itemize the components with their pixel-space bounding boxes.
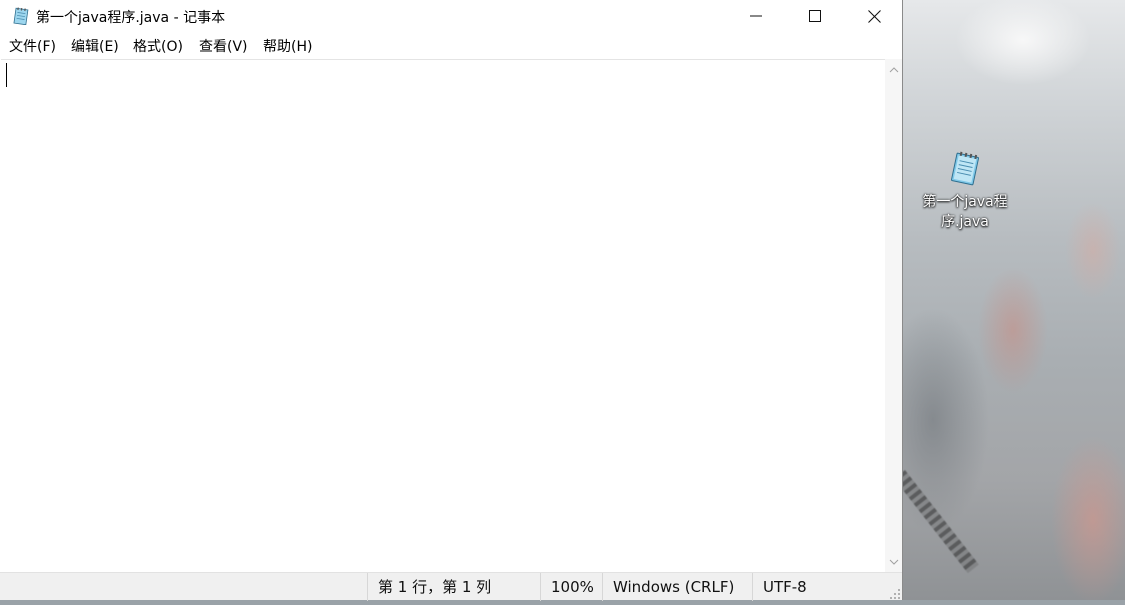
chevron-down-icon <box>889 559 898 565</box>
desktop-file-label: 第一个java程序.java <box>922 194 1008 230</box>
resize-grip-icon[interactable] <box>888 586 902 600</box>
status-line-ending: Windows (CRLF) <box>602 573 752 601</box>
text-editor-area[interactable] <box>1 59 885 573</box>
menu-edit[interactable]: 编辑(E) <box>71 36 119 58</box>
title-bar[interactable]: 第一个java程序.java - 记事本 <box>0 0 902 32</box>
status-encoding: UTF-8 <box>752 573 888 601</box>
close-button[interactable] <box>845 0 903 32</box>
menu-view[interactable]: 查看(V) <box>199 36 248 58</box>
notepad-icon <box>12 7 30 26</box>
window-title: 第一个java程序.java - 记事本 <box>36 10 226 26</box>
notepad-window: 第一个java程序.java - 记事本 文件(F) 编辑(E) 格式(O) 查… <box>0 0 903 601</box>
status-cursor-position: 第 1 行，第 1 列 <box>367 573 540 601</box>
chevron-up-icon <box>889 66 898 72</box>
menu-file[interactable]: 文件(F) <box>9 36 56 58</box>
status-bar: 第 1 行，第 1 列 100% Windows (CRLF) UTF-8 <box>0 572 902 601</box>
close-icon <box>867 9 881 23</box>
minimize-button[interactable] <box>727 0 785 32</box>
notepad-file-icon <box>947 150 983 186</box>
maximize-icon <box>809 10 821 22</box>
text-caret <box>6 63 7 87</box>
maximize-button[interactable] <box>786 0 844 32</box>
desktop-file-shortcut[interactable]: 第一个java程序.java <box>915 150 1015 232</box>
menu-bar: 文件(F) 编辑(E) 格式(O) 查看(V) 帮助(H) <box>0 36 902 58</box>
menu-help[interactable]: 帮助(H) <box>263 36 312 58</box>
minimize-icon <box>750 15 762 17</box>
status-zoom: 100% <box>540 573 602 601</box>
vertical-scrollbar[interactable] <box>885 59 902 572</box>
scroll-up-button[interactable] <box>885 61 902 78</box>
scroll-down-button[interactable] <box>885 553 902 570</box>
menu-format[interactable]: 格式(O) <box>133 36 183 58</box>
